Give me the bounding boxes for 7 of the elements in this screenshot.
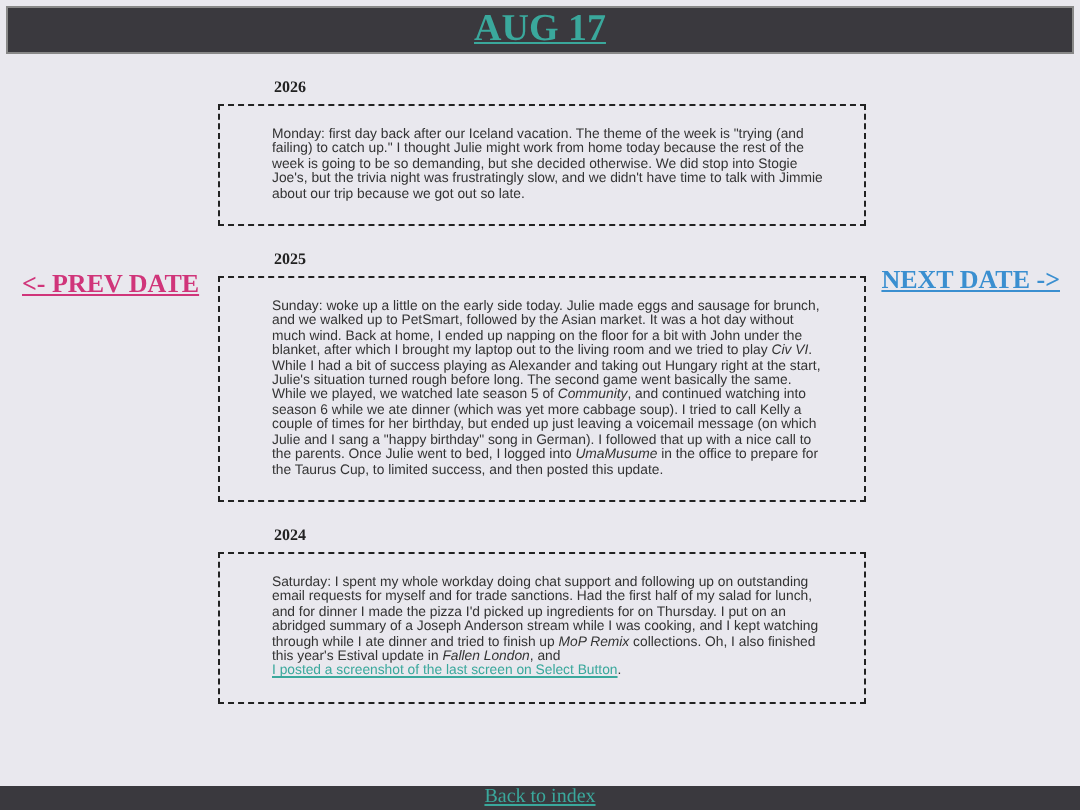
year-heading: 2025: [272, 248, 306, 273]
year-heading: 2024: [272, 523, 306, 548]
back-to-index-link[interactable]: Back to index: [484, 786, 596, 810]
prev-date-link[interactable]: <- PREV DATE: [22, 268, 200, 298]
date-title-link[interactable]: AUG 17: [474, 8, 606, 52]
year-heading: 2026: [272, 76, 306, 100]
next-date-link[interactable]: NEXT DATE ->: [881, 260, 1060, 299]
